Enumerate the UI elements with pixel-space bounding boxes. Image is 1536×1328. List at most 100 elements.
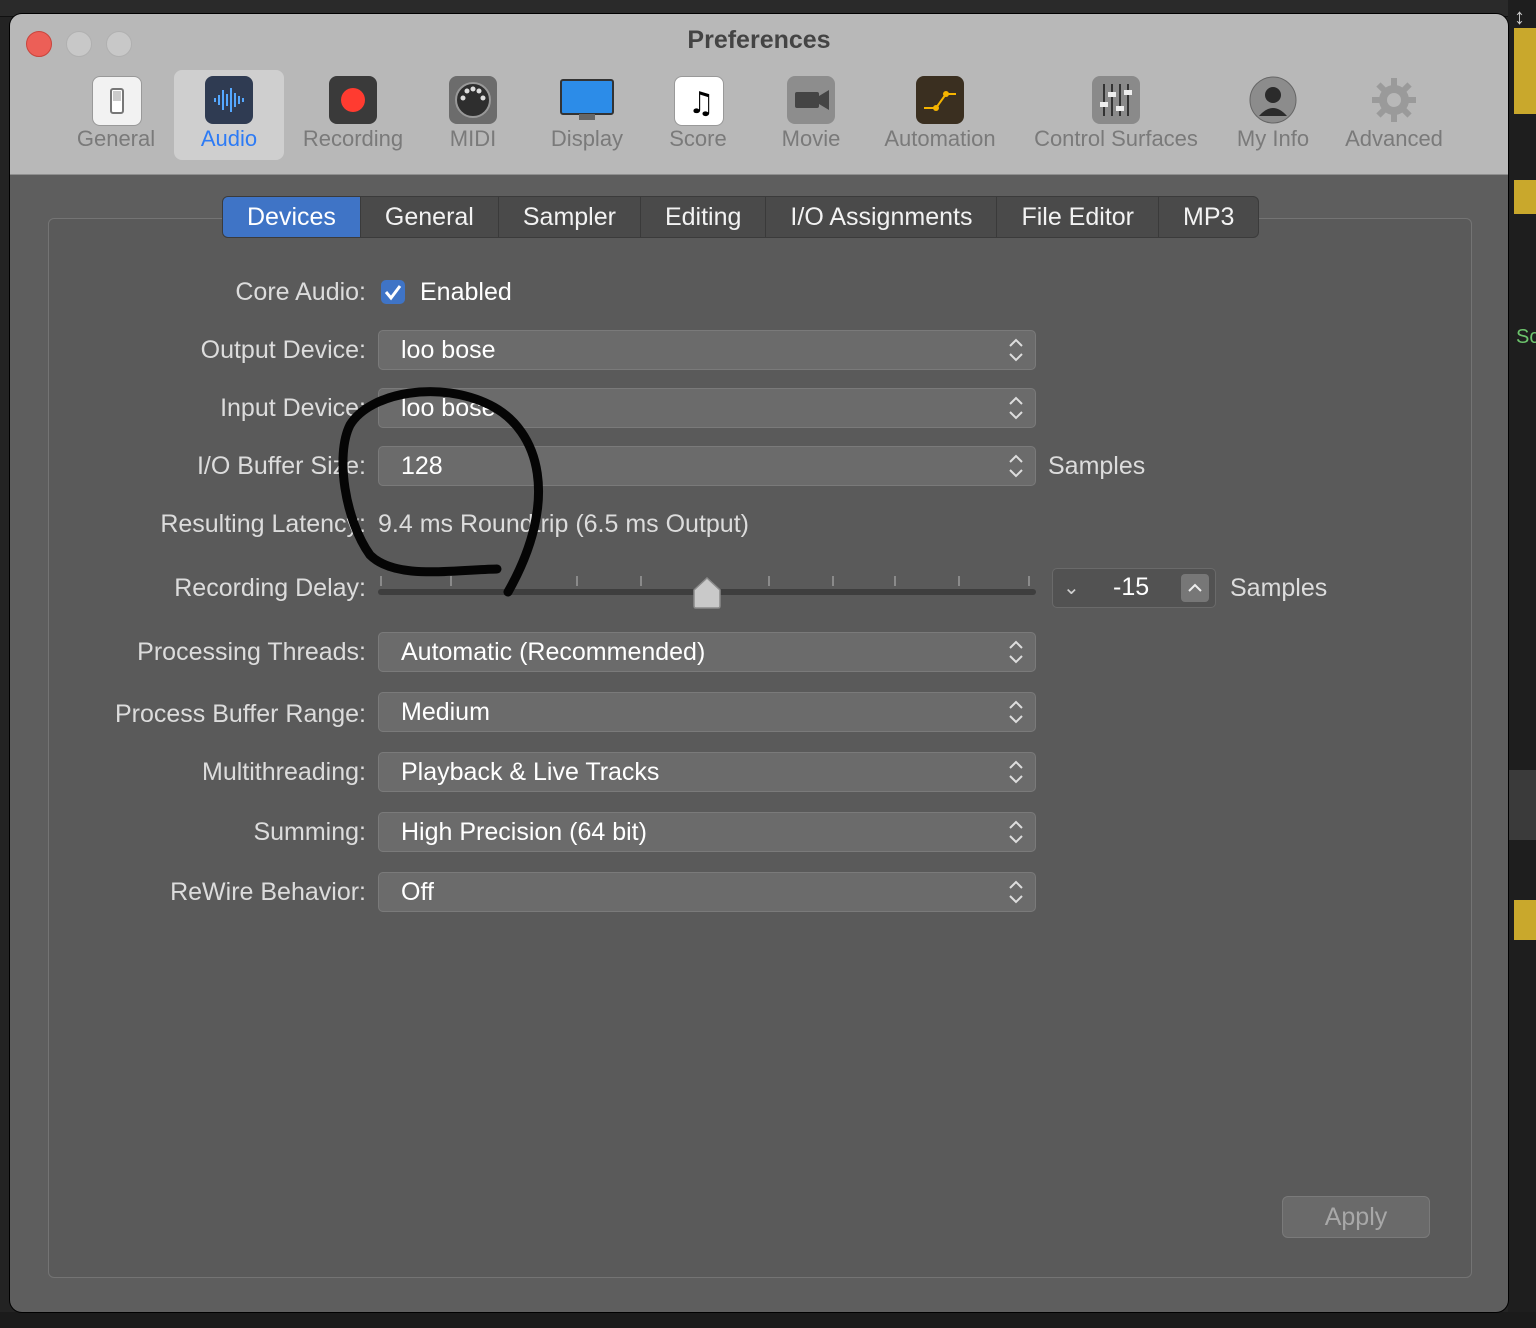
automation-curve-icon (916, 76, 964, 124)
toolbar-item-advanced[interactable]: Advanced (1338, 70, 1450, 160)
switch-icon (92, 76, 142, 126)
window-title: Preferences (687, 26, 831, 54)
gear-icon (1370, 76, 1418, 124)
input-device-popup[interactable]: loo bose (378, 388, 1036, 428)
tab-io-assignments[interactable]: I/O Assignments (766, 197, 998, 237)
buffer-range-value: Medium (401, 698, 490, 726)
latency-value: 9.4 ms Roundtrip (6.5 ms Output) (378, 510, 749, 538)
buffer-range-popup[interactable]: Medium (378, 692, 1036, 732)
updown-chevron-icon (1009, 338, 1023, 362)
tab-devices[interactable]: Devices (223, 197, 361, 237)
window-titlebar: Preferences General Audio Recording MIDI… (10, 14, 1508, 175)
toolbar-item-label: MIDI (449, 126, 497, 151)
input-device-value: loo bose (401, 394, 496, 422)
updown-chevron-icon (1009, 820, 1023, 844)
rewire-value: Off (401, 878, 434, 906)
background-region (1514, 900, 1536, 940)
rewire-popup[interactable]: Off (378, 872, 1036, 912)
slider-tick (1028, 576, 1030, 586)
toolbar-item-label: Movie (781, 126, 841, 151)
toolbar-item-automation[interactable]: Automation (880, 70, 1000, 160)
video-camera-icon (787, 76, 835, 124)
core-audio-checkbox-label: Enabled (420, 278, 512, 306)
output-device-popup[interactable]: loo bose (378, 330, 1036, 370)
chevron-up-icon (1188, 583, 1202, 592)
updown-chevron-icon (1009, 760, 1023, 784)
midi-port-icon (449, 76, 497, 124)
background-app-footer (0, 1312, 1536, 1328)
audio-tabs: Devices General Sampler Editing I/O Assi… (222, 196, 1260, 238)
toolbar-item-label: My Info (1236, 126, 1310, 151)
processing-threads-label: Processing Threads: (137, 638, 366, 666)
toolbar-item-label: Recording (302, 126, 404, 151)
toolbar-item-label: Control Surfaces (1034, 126, 1198, 151)
tab-sampler[interactable]: Sampler (499, 197, 641, 237)
updown-chevron-icon (1009, 700, 1023, 724)
summing-value: High Precision (64 bit) (401, 818, 647, 846)
slider-tick (576, 576, 578, 586)
buffer-size-label: I/O Buffer Size: (196, 452, 366, 480)
toolbar-item-my-info[interactable]: My Info (1226, 70, 1320, 160)
toolbar-item-midi[interactable]: MIDI (428, 70, 518, 160)
core-audio-checkbox[interactable] (381, 280, 405, 304)
toolbar-item-label: Advanced (1345, 126, 1443, 151)
toolbar-item-movie[interactable]: Movie (768, 70, 854, 160)
toolbar-item-score[interactable]: ♫ Score (658, 70, 738, 160)
slider-thumb[interactable] (692, 576, 722, 610)
input-device-label: Input Device: (220, 394, 366, 422)
toolbar-item-label: Automation (884, 126, 996, 151)
rewire-label: ReWire Behavior: (170, 878, 366, 906)
multithreading-value: Playback & Live Tracks (401, 758, 660, 786)
summing-label: Summing: (253, 818, 366, 846)
core-audio-label: Core Audio: (235, 278, 366, 306)
record-icon (329, 76, 377, 124)
background-region (1508, 770, 1536, 840)
toolbar-item-recording[interactable]: Recording (294, 70, 412, 160)
slider-tick (958, 576, 960, 586)
fader-icon (1092, 76, 1140, 124)
recording-delay-stepper[interactable]: ⌄ -15 (1052, 568, 1216, 608)
toolbar-item-control-surfaces[interactable]: Control Surfaces (1026, 70, 1206, 160)
slider-tick (640, 576, 642, 586)
slider-tick (380, 576, 382, 586)
checkmark-icon (384, 285, 402, 301)
resize-arrows-icon[interactable]: ↕ (1514, 4, 1525, 30)
processing-threads-value: Automatic (Recommended) (401, 638, 706, 666)
buffer-size-unit: Samples (1048, 452, 1146, 480)
slider-tick (832, 576, 834, 586)
updown-chevron-icon (1009, 640, 1023, 664)
multithreading-popup[interactable]: Playback & Live Tracks (378, 752, 1036, 792)
svg-text:♫: ♫ (688, 86, 715, 121)
tab-file-editor[interactable]: File Editor (997, 197, 1159, 237)
buffer-size-value: 128 (401, 452, 443, 480)
updown-chevron-icon (1009, 396, 1023, 420)
stepper-up-button[interactable] (1181, 574, 1209, 602)
processing-threads-popup[interactable]: Automatic (Recommended) (378, 632, 1036, 672)
slider-tick (768, 576, 770, 586)
toolbar-item-audio[interactable]: Audio (174, 70, 284, 160)
latency-label: Resulting Latency: (160, 510, 366, 538)
background-app-sidebar: ↕ Sc (1508, 0, 1536, 1328)
updown-chevron-icon (1009, 880, 1023, 904)
devices-panel (48, 218, 1472, 1278)
background-region (1514, 28, 1536, 114)
recording-delay-label: Recording Delay: (174, 574, 366, 602)
buffer-range-label: Process Buffer Range: (114, 700, 366, 728)
chevron-down-icon[interactable]: ⌄ (1063, 575, 1080, 600)
output-device-label: Output Device: (200, 336, 366, 364)
user-icon (1249, 76, 1297, 124)
buffer-size-popup[interactable]: 128 (378, 446, 1036, 486)
toolbar-item-general[interactable]: General (66, 70, 166, 160)
tab-general[interactable]: General (361, 197, 499, 237)
waveform-icon (205, 76, 253, 124)
toolbar-item-label: Audio (200, 126, 258, 151)
tab-editing[interactable]: Editing (641, 197, 767, 237)
recording-delay-value: -15 (1113, 573, 1150, 601)
apply-button[interactable]: Apply (1282, 1196, 1430, 1238)
background-side-label: Sc (1516, 326, 1536, 348)
tab-mp3[interactable]: MP3 (1159, 197, 1258, 237)
summing-popup[interactable]: High Precision (64 bit) (378, 812, 1036, 852)
toolbar-item-display[interactable]: Display (540, 70, 634, 160)
recording-delay-unit: Samples (1230, 574, 1328, 602)
updown-chevron-icon (1009, 454, 1023, 478)
